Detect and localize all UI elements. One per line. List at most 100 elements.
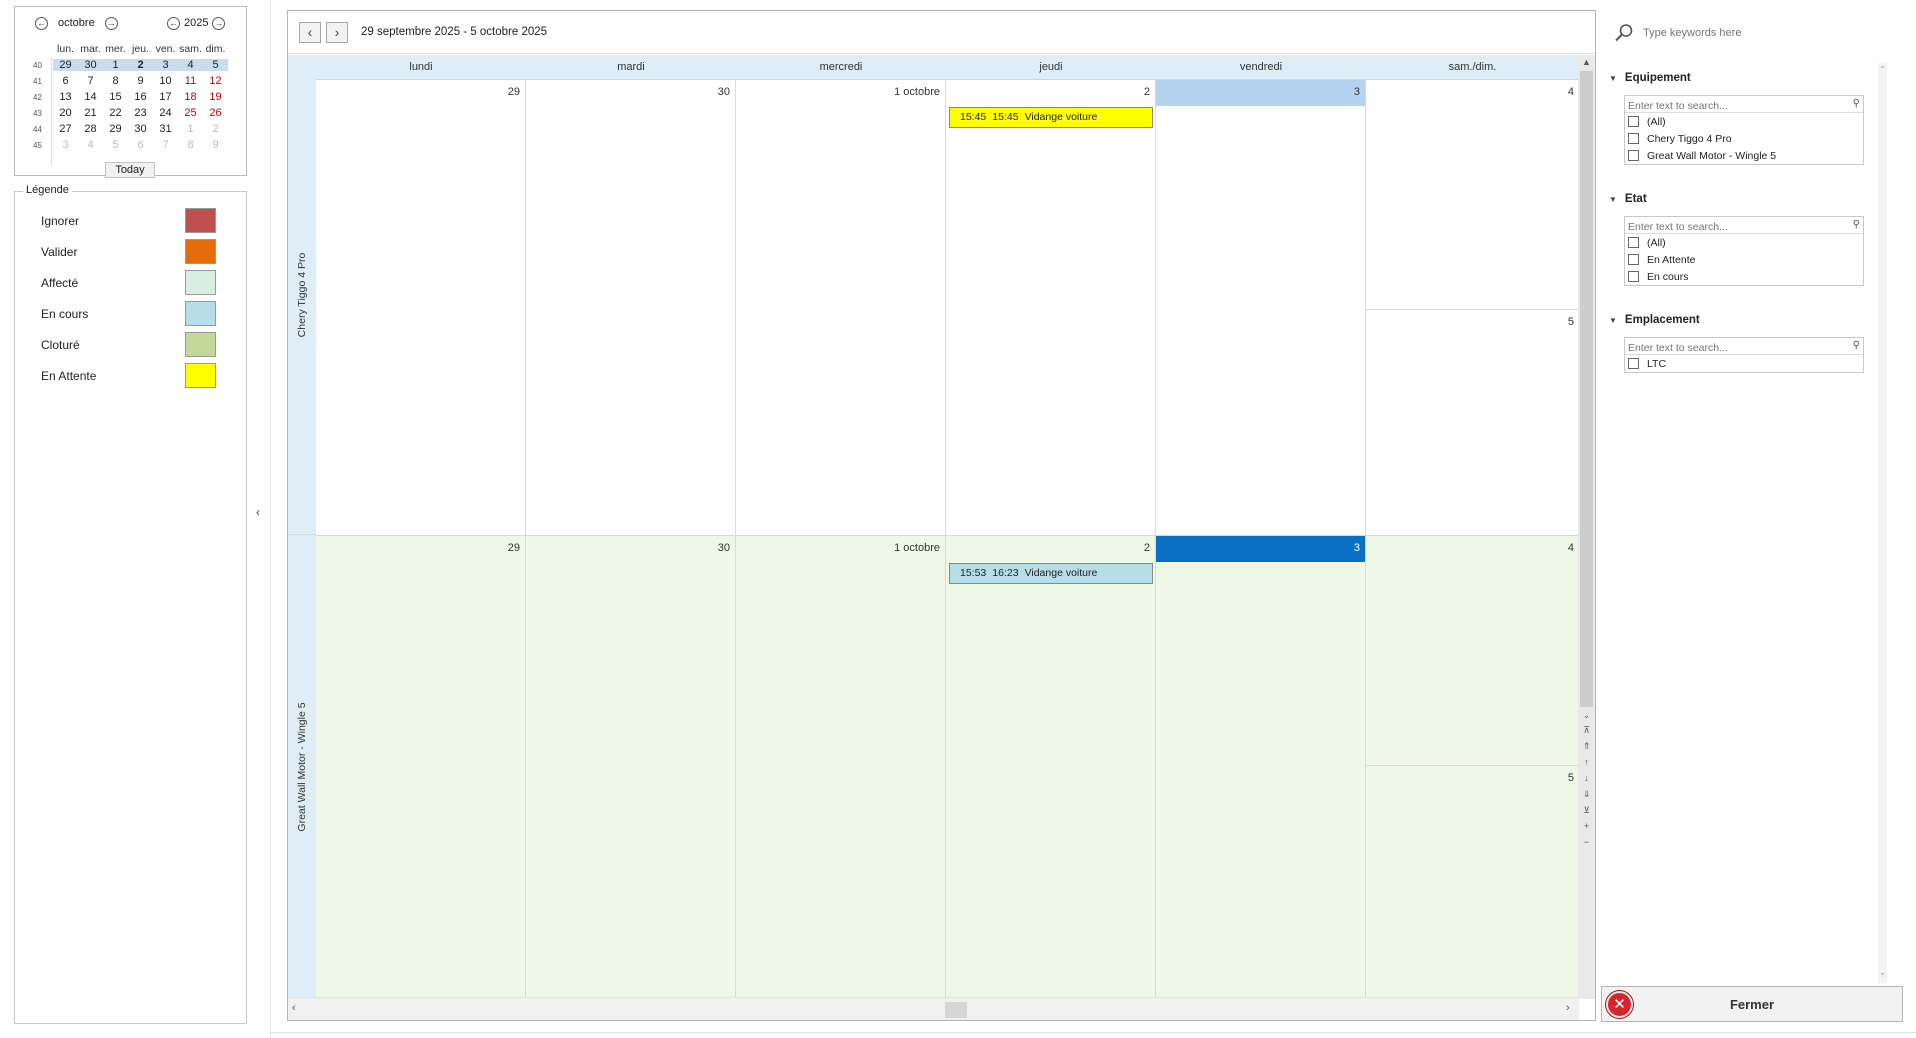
prev-week-button[interactable]: ‹ bbox=[299, 22, 321, 43]
filter-option[interactable]: Chery Tiggo 4 Pro bbox=[1625, 130, 1863, 147]
scroll-left-icon[interactable]: ‹ bbox=[292, 1002, 296, 1014]
mini-day[interactable]: 18 bbox=[178, 91, 203, 103]
mini-day[interactable]: 21 bbox=[78, 107, 103, 119]
filter-option[interactable]: En cours bbox=[1625, 268, 1863, 285]
collapse-caret-icon[interactable]: ▼ bbox=[1609, 316, 1617, 325]
collapse-panel-icon[interactable]: ‹ bbox=[256, 505, 260, 519]
collapse-caret-icon[interactable]: ▼ bbox=[1609, 195, 1617, 204]
scroll-bottom-icon[interactable]: ⊻ bbox=[1578, 805, 1595, 816]
filter-search-input[interactable] bbox=[1625, 340, 1825, 356]
mini-day[interactable]: 4 bbox=[78, 139, 103, 151]
scroll-page-up-icon[interactable]: ⇑ bbox=[1578, 741, 1595, 752]
mini-day[interactable]: 24 bbox=[153, 107, 178, 119]
mini-day[interactable]: 2 bbox=[203, 123, 228, 135]
checkbox[interactable] bbox=[1628, 150, 1639, 161]
filter-group-header[interactable]: ▼ Equipement bbox=[1609, 72, 1691, 84]
prev-month-icon[interactable]: ← bbox=[35, 16, 48, 30]
mini-day[interactable]: 7 bbox=[78, 75, 103, 87]
zoom-in-icon[interactable]: + bbox=[1578, 821, 1595, 831]
mini-day[interactable]: 4 bbox=[178, 59, 203, 71]
filter-option[interactable]: (All) bbox=[1625, 234, 1863, 251]
next-year-icon[interactable]: → bbox=[212, 16, 226, 30]
mini-day[interactable]: 29 bbox=[103, 123, 128, 135]
collapse-caret-icon[interactable]: ▼ bbox=[1609, 74, 1617, 83]
mini-day[interactable]: 5 bbox=[203, 59, 228, 71]
mini-day[interactable]: 11 bbox=[178, 75, 203, 87]
filter-search-input[interactable] bbox=[1625, 98, 1825, 114]
checkbox[interactable] bbox=[1628, 237, 1639, 248]
scroll-top-icon[interactable]: ⊼ bbox=[1578, 725, 1595, 736]
prev-year-icon[interactable]: ← bbox=[167, 16, 180, 30]
scroll-step-up-icon[interactable]: ↑ bbox=[1578, 757, 1595, 767]
mini-day-selected[interactable]: 3 bbox=[153, 59, 178, 71]
mini-day[interactable]: 3 bbox=[53, 139, 78, 151]
next-week-button[interactable]: › bbox=[326, 22, 348, 43]
mini-day[interactable]: 6 bbox=[128, 139, 153, 151]
zoom-out-icon[interactable]: − bbox=[1578, 837, 1595, 847]
mini-day[interactable]: 15 bbox=[103, 91, 128, 103]
scroll-step-down-icon[interactable]: ↓ bbox=[1578, 773, 1595, 783]
scroll-down-icon[interactable]: ⌄ bbox=[1878, 968, 1887, 977]
filter-panel-scrollbar[interactable]: ⌃ ⌄ bbox=[1878, 63, 1887, 983]
filter-search-input[interactable] bbox=[1625, 219, 1825, 235]
checkbox[interactable] bbox=[1628, 133, 1639, 144]
close-button[interactable]: ✕ Fermer bbox=[1601, 986, 1903, 1022]
mini-day[interactable]: 6 bbox=[53, 75, 78, 87]
checkbox[interactable] bbox=[1628, 358, 1639, 369]
mini-day[interactable]: 7 bbox=[153, 139, 178, 151]
day-cell-weekend[interactable]: 4 5 bbox=[1366, 80, 1579, 535]
mini-day[interactable]: 14 bbox=[78, 91, 103, 103]
filter-option[interactable]: (All) bbox=[1625, 113, 1863, 130]
mini-day[interactable]: 16 bbox=[128, 91, 153, 103]
mini-day[interactable]: 31 bbox=[153, 123, 178, 135]
scroll-page-down-icon[interactable]: ⇓ bbox=[1578, 789, 1595, 800]
mini-day[interactable]: 17 bbox=[153, 91, 178, 103]
checkbox[interactable] bbox=[1628, 116, 1639, 127]
day-cell[interactable]: 1 octobre bbox=[736, 536, 946, 999]
filter-group-header[interactable]: ▼ Etat bbox=[1609, 193, 1647, 205]
mini-day[interactable]: 30 bbox=[128, 123, 153, 135]
day-cell[interactable]: 2 15:45 15:45 Vidange voiture bbox=[946, 80, 1156, 535]
mini-day[interactable]: 27 bbox=[53, 123, 78, 135]
day-cell[interactable]: 30 bbox=[526, 536, 736, 999]
horizontal-scroll-thumb[interactable] bbox=[945, 1002, 967, 1018]
day-cell-selected[interactable]: 3 bbox=[1156, 536, 1366, 999]
vertical-scroll-thumb[interactable] bbox=[1580, 71, 1593, 707]
resource-header[interactable]: Chery Tiggo 4 Pro bbox=[288, 55, 316, 535]
mini-day[interactable]: 9 bbox=[203, 139, 228, 151]
mini-day[interactable]: 5 bbox=[103, 139, 128, 151]
checkbox[interactable] bbox=[1628, 254, 1639, 265]
day-cell[interactable]: 1 octobre bbox=[736, 80, 946, 535]
scroll-up-icon[interactable]: ▲ bbox=[1578, 57, 1595, 67]
filter-option[interactable]: LTC bbox=[1625, 355, 1863, 372]
mini-day[interactable]: 29 bbox=[53, 59, 78, 71]
resource-header[interactable]: Great Wall Motor - Wingle 5 bbox=[288, 535, 316, 999]
filter-option[interactable]: En Attente bbox=[1625, 251, 1863, 268]
horizontal-scrollbar[interactable]: ‹ › bbox=[288, 997, 1579, 1020]
mini-day[interactable]: 12 bbox=[203, 75, 228, 87]
mini-day[interactable]: 25 bbox=[178, 107, 203, 119]
mini-day[interactable]: 1 bbox=[103, 59, 128, 71]
mini-day[interactable]: 8 bbox=[103, 75, 128, 87]
day-cell-weekend[interactable]: 4 5 bbox=[1366, 536, 1579, 999]
mini-day-today[interactable]: 2 bbox=[128, 59, 153, 71]
filter-group-header[interactable]: ▼ Emplacement bbox=[1609, 314, 1700, 326]
day-cell[interactable]: 3 bbox=[1156, 80, 1366, 535]
scroll-up-icon[interactable]: ⌃ bbox=[1878, 65, 1887, 74]
mini-day[interactable]: 13 bbox=[53, 91, 78, 103]
mini-day[interactable]: 26 bbox=[203, 107, 228, 119]
next-month-icon[interactable]: → bbox=[104, 16, 118, 30]
today-button[interactable]: Today bbox=[105, 162, 155, 178]
keyword-search-input[interactable] bbox=[1643, 27, 1863, 39]
appointment[interactable]: 15:45 15:45 Vidange voiture bbox=[949, 107, 1153, 128]
day-cell[interactable]: 29 bbox=[316, 80, 526, 535]
mini-day[interactable]: 9 bbox=[128, 75, 153, 87]
scroll-right-icon[interactable]: › bbox=[1566, 1002, 1570, 1014]
mini-day[interactable]: 22 bbox=[103, 107, 128, 119]
day-cell[interactable]: 30 bbox=[526, 80, 736, 535]
vertical-scrollbar[interactable]: ▲ ⌄ ⊼ ⇑ ↑ ↓ ⇓ ⊻ + − bbox=[1578, 55, 1595, 999]
mini-day[interactable]: 20 bbox=[53, 107, 78, 119]
mini-day[interactable]: 23 bbox=[128, 107, 153, 119]
appointment[interactable]: 15:53 16:23 Vidange voiture bbox=[949, 563, 1153, 584]
mini-day[interactable]: 1 bbox=[178, 123, 203, 135]
